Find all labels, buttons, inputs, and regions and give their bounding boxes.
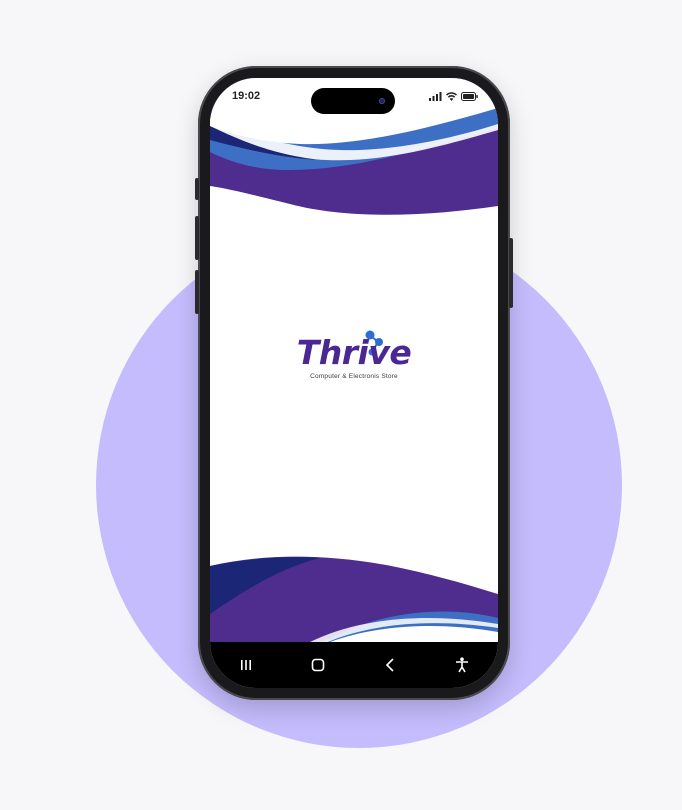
volume-down-button bbox=[195, 270, 199, 314]
back-icon bbox=[385, 658, 394, 672]
navigation-bar bbox=[210, 642, 498, 688]
recent-apps-button[interactable] bbox=[226, 650, 266, 680]
back-button[interactable] bbox=[370, 650, 410, 680]
action-button bbox=[195, 178, 199, 200]
power-button bbox=[509, 238, 513, 308]
wifi-icon bbox=[446, 92, 457, 101]
dynamic-island bbox=[311, 88, 395, 114]
status-bar: 19:02 bbox=[210, 78, 498, 118]
cellular-signal-icon bbox=[429, 92, 442, 101]
phone-screen: 19:02 Thrive Computer & Electronis Store bbox=[210, 78, 498, 688]
camera-icon bbox=[379, 98, 385, 104]
volume-up-button bbox=[195, 216, 199, 260]
app-logo: Thrive Computer & Electronis Store bbox=[210, 336, 498, 380]
status-time: 19:02 bbox=[232, 90, 261, 102]
accessibility-icon bbox=[456, 657, 468, 673]
accessibility-button[interactable] bbox=[442, 650, 482, 680]
home-button[interactable] bbox=[298, 650, 338, 680]
brand-tagline: Computer & Electronis Store bbox=[310, 373, 398, 380]
bottom-wave bbox=[210, 556, 498, 642]
phone-frame: 19:02 Thrive Computer & Electronis Store bbox=[195, 66, 513, 700]
brand-name: Thrive bbox=[296, 333, 412, 372]
home-icon bbox=[311, 658, 325, 672]
recent-apps-icon bbox=[241, 660, 251, 670]
battery-icon bbox=[461, 92, 478, 101]
status-icons bbox=[429, 92, 478, 101]
